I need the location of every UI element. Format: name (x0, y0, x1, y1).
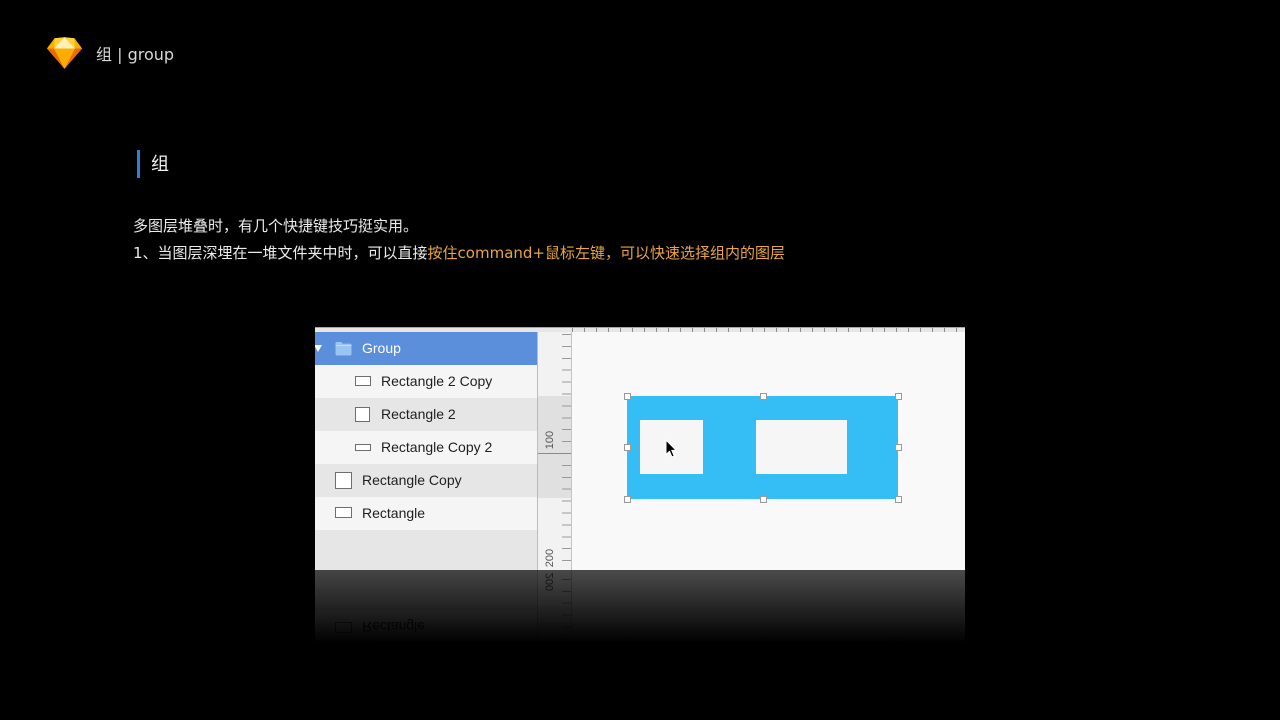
rectangle-icon (335, 507, 352, 518)
layer-row-rectangle-2[interactable]: Rectangle 2 (315, 398, 537, 431)
layer-row-rectangle-copy-2[interactable]: Rectangle Copy 2 (315, 431, 537, 464)
section-heading: 组 (151, 154, 169, 175)
body-text-line-1: 多图层堆叠时，有几个快捷键技巧挺实用。 (133, 217, 419, 235)
rectangle-shape[interactable] (756, 420, 847, 474)
ruler-label: 200 (544, 548, 556, 568)
shortcut-highlight-text: 按住command+鼠标左键，可以快速选择组内的图层 (427, 244, 785, 262)
layer-label: Group (362, 340, 401, 356)
folder-icon (335, 342, 352, 356)
layers-panel: Group Rectangle 2 Copy Rectangle 2 Recta… (315, 332, 538, 570)
layer-row-group[interactable]: Group (315, 332, 537, 365)
resize-handle[interactable] (894, 495, 902, 503)
layer-row-rectangle-2-copy[interactable]: Rectangle 2 Copy (315, 365, 537, 398)
resize-handle[interactable] (759, 392, 767, 400)
vertical-ruler-ticks (562, 332, 571, 570)
vertical-ruler: 100 200 (538, 332, 572, 570)
layer-label: Rectangle Copy 2 (381, 439, 493, 455)
body-text-line-2: 1、当图层深埋在一堆文件夹中时，可以直接按住command+鼠标左键，可以快速选… (133, 243, 785, 263)
resize-handle[interactable] (759, 495, 767, 503)
layer-row-rectangle[interactable]: Rectangle (315, 497, 537, 530)
sketch-screenshot: Group Rectangle 2 Copy Rectangle 2 Recta… (315, 327, 965, 570)
canvas[interactable] (572, 332, 965, 570)
rectangle-icon (355, 444, 371, 451)
layer-label: Rectangle Copy (362, 472, 462, 488)
resize-handle[interactable] (894, 392, 902, 400)
ruler-label: 100 (544, 430, 556, 450)
arrow-cursor-icon (665, 439, 677, 458)
layer-label: Rectangle (362, 505, 426, 521)
rectangle-icon (335, 472, 352, 489)
layer-row-rectangle-copy[interactable]: Rectangle Copy (315, 464, 537, 497)
heading-accent-bar (137, 150, 140, 178)
header-title: 组 | group (96, 45, 175, 64)
sketch-logo-icon (47, 37, 82, 69)
layer-label: Rectangle 2 (381, 406, 456, 422)
resize-handle[interactable] (623, 443, 631, 451)
resize-handle[interactable] (894, 443, 902, 451)
rectangle-icon (355, 407, 370, 422)
body-text-line-2-prefix: 1、当图层深埋在一堆文件夹中时，可以直接 (133, 244, 428, 262)
layer-label: Rectangle 2 Copy (381, 373, 493, 389)
resize-handle[interactable] (623, 495, 631, 503)
rectangle-icon (355, 376, 371, 386)
resize-handle[interactable] (623, 392, 631, 400)
disclosure-triangle-icon[interactable] (315, 345, 322, 352)
